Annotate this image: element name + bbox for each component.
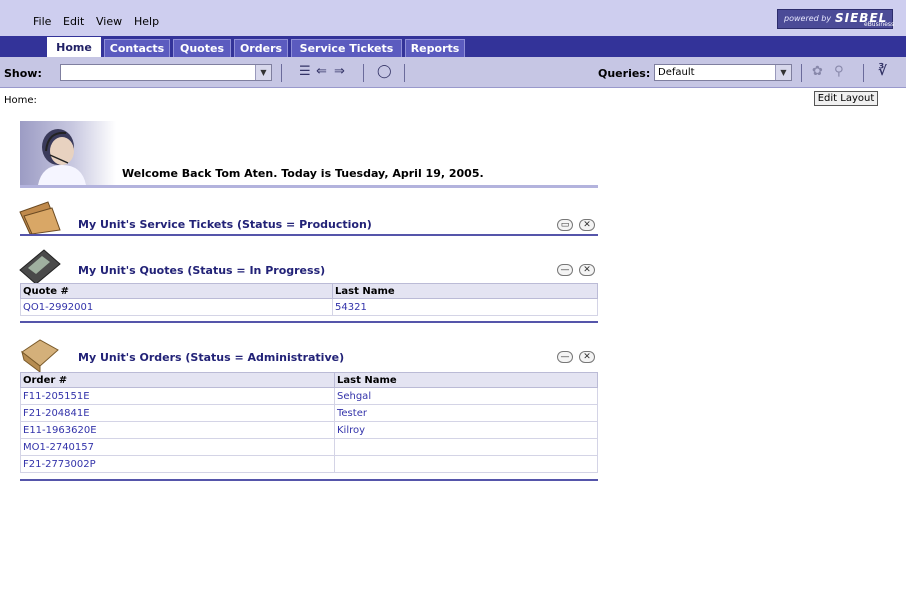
agent-headset-image [38, 129, 86, 185]
quotes-applet-title: My Unit's Quotes (Status = In Progress) [78, 264, 326, 277]
task-list-icon[interactable]: ☰ [299, 65, 311, 79]
welcome-divider [20, 185, 598, 188]
service-tickets-divider [20, 234, 598, 236]
column-header-last-name[interactable]: Last Name [334, 372, 598, 388]
maximize-icon[interactable]: ▭ [557, 219, 573, 231]
quotes-divider [20, 321, 598, 323]
welcome-photo [20, 121, 116, 185]
toolbar-divider [281, 64, 282, 82]
minimize-icon[interactable]: — [557, 351, 573, 363]
welcome-message: Welcome Back Tom Aten. Today is Tuesday,… [122, 167, 484, 180]
toolbar: Show: ▼ ☰ ⇐ ⇒ ◯ Queries: Default ▼ ✿ ⚲ ∛ [0, 57, 906, 88]
last-name-link [334, 455, 598, 473]
queries-dropdown-value: Default [658, 67, 695, 78]
menu-edit[interactable]: Edit [63, 15, 84, 28]
table-header-row: Quote # Last Name [20, 283, 598, 299]
query-assistant-icon[interactable]: ✿ [812, 65, 823, 79]
quotes-table: Quote # Last Name QO1-2992001 54321 [20, 283, 598, 316]
show-label: Show: [4, 67, 42, 80]
toolbar-divider [404, 64, 405, 82]
close-icon[interactable]: ✕ [579, 264, 595, 276]
toolbar-divider [801, 64, 802, 82]
logo-sub: eBusiness [864, 21, 895, 28]
queries-dropdown[interactable]: Default ▼ [654, 64, 792, 81]
table-row: E11-1963620E Kilroy [20, 421, 598, 439]
show-dropdown[interactable]: ▼ [60, 64, 272, 81]
last-name-link[interactable]: Kilroy [334, 421, 598, 439]
forward-icon[interactable]: ⇒ [334, 65, 345, 79]
last-name-link[interactable]: Sehgal [334, 387, 598, 405]
minimize-icon[interactable]: — [557, 264, 573, 276]
table-header-row: Order # Last Name [20, 372, 598, 388]
close-icon[interactable]: ✕ [579, 351, 595, 363]
column-header-last-name[interactable]: Last Name [332, 283, 598, 299]
column-header-order-number[interactable]: Order # [20, 372, 335, 388]
toolbar-divider [363, 64, 364, 82]
last-name-link[interactable]: 54321 [332, 298, 598, 316]
tab-home[interactable]: Home [47, 37, 101, 57]
breadcrumb: Home: [4, 95, 37, 106]
toolbar-divider [863, 64, 864, 82]
search-icon[interactable]: ⚲ [834, 65, 844, 79]
service-tickets-applet-title: My Unit's Service Tickets (Status = Prod… [78, 218, 372, 231]
queries-label: Queries: [598, 67, 651, 80]
menu-help[interactable]: Help [134, 15, 159, 28]
order-number-link[interactable]: F21-204841E [20, 404, 335, 422]
table-row: QO1-2992001 54321 [20, 298, 598, 316]
table-row: F11-205151E Sehgal [20, 387, 598, 405]
close-icon[interactable]: ✕ [579, 219, 595, 231]
table-row: MO1-2740157 [20, 438, 598, 456]
globe-icon[interactable]: ◯ [377, 65, 392, 79]
last-name-link [334, 438, 598, 456]
orders-applet-title: My Unit's Orders (Status = Administrativ… [78, 351, 345, 364]
table-row: F21-2773002P [20, 455, 598, 473]
tab-contacts[interactable]: Contacts [104, 39, 170, 57]
tab-orders[interactable]: Orders [234, 39, 288, 57]
order-number-link[interactable]: MO1-2740157 [20, 438, 335, 456]
tab-quotes[interactable]: Quotes [173, 39, 231, 57]
chevron-down-icon[interactable]: ▼ [775, 65, 791, 80]
screen-tab-bar: Home Contacts Quotes Orders Service Tick… [0, 36, 906, 57]
table-row: F21-204841E Tester [20, 404, 598, 422]
menu-bar: File Edit View Help powered by SIEBEL eB… [0, 0, 906, 36]
orders-table: Order # Last Name F11-205151E Sehgal F21… [20, 372, 598, 473]
binoculars-icon[interactable]: ∛ [878, 65, 887, 79]
order-number-link[interactable]: F11-205151E [20, 387, 335, 405]
tab-service-tickets[interactable]: Service Tickets [291, 39, 402, 57]
order-number-link[interactable]: E11-1963620E [20, 421, 335, 439]
back-icon[interactable]: ⇐ [316, 65, 327, 79]
column-header-quote-number[interactable]: Quote # [20, 283, 333, 299]
menu-file[interactable]: File [33, 15, 51, 28]
siebel-logo: powered by SIEBEL eBusiness [777, 9, 895, 29]
chevron-down-icon[interactable]: ▼ [255, 65, 271, 80]
calculator-icon [19, 249, 61, 284]
menu-view[interactable]: View [96, 15, 122, 28]
package-icon [21, 339, 59, 372]
logo-powered-by: powered by [784, 14, 832, 23]
last-name-link[interactable]: Tester [334, 404, 598, 422]
orders-divider [20, 479, 598, 481]
quote-number-link[interactable]: QO1-2992001 [20, 298, 333, 316]
folder-stack-icon [19, 201, 61, 235]
tab-reports[interactable]: Reports [405, 39, 465, 57]
edit-layout-button[interactable]: Edit Layout [814, 91, 878, 106]
order-number-link[interactable]: F21-2773002P [20, 455, 335, 473]
